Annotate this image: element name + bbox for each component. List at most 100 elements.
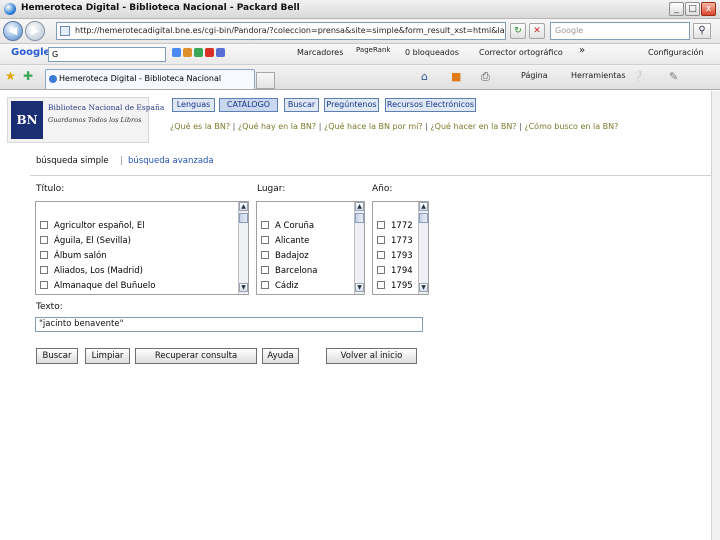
more-chevron-icon[interactable]: »: [579, 45, 585, 56]
help-icon[interactable]: ❔: [631, 70, 645, 83]
checkbox[interactable]: [377, 281, 385, 289]
checkbox[interactable]: [261, 221, 269, 229]
checkbox[interactable]: [40, 251, 48, 259]
popup-blocker[interactable]: 0 bloqueados: [405, 48, 459, 57]
scroll-up-arrow-icon[interactable]: ▲: [239, 202, 248, 211]
list-item[interactable]: 1794: [377, 266, 413, 278]
new-tab-button[interactable]: [256, 72, 275, 89]
checkbox[interactable]: [261, 236, 269, 244]
list-item[interactable]: Alicante: [261, 236, 309, 248]
link-separator: |: [425, 122, 428, 131]
scroll-down-arrow-icon[interactable]: ▼: [419, 283, 428, 292]
checkbox[interactable]: [261, 281, 269, 289]
close-button[interactable]: x: [701, 2, 716, 16]
maximize-button[interactable]: □: [685, 2, 700, 16]
list-item[interactable]: Cádiz: [261, 281, 298, 293]
year-option: 1773: [391, 236, 413, 246]
settings-menu[interactable]: Configuración: [648, 48, 704, 57]
window-title-bar: Hemeroteca Digital - Biblioteca Nacional…: [0, 0, 720, 19]
link-que-hacer[interactable]: ¿Qué hacer en la BN?: [430, 122, 516, 131]
google-logo[interactable]: Google: [11, 47, 50, 58]
list-item[interactable]: Agricultor español, El: [40, 221, 145, 233]
home-icon[interactable]: ⌂: [421, 70, 428, 83]
place-option: Barcelona: [275, 266, 318, 276]
year-listbox[interactable]: 1772 1773 1793 1794 1795 ▲ ▼: [372, 201, 429, 295]
limpiar-button[interactable]: Limpiar: [85, 348, 130, 364]
ayuda-button[interactable]: Ayuda: [262, 348, 299, 364]
list-item[interactable]: Aliados, Los (Madrid): [40, 266, 143, 278]
bookmarks-menu[interactable]: Marcadores: [297, 48, 343, 57]
list-item[interactable]: Águila, El (Sevilla): [40, 236, 131, 248]
scroll-thumb[interactable]: [355, 213, 364, 223]
checkbox[interactable]: [40, 281, 48, 289]
scroll-down-arrow-icon[interactable]: ▼: [239, 283, 248, 292]
list-item[interactable]: 1793: [377, 251, 413, 263]
menu-recursos-electronicos[interactable]: Recursos Electrónicos: [385, 98, 476, 112]
tab-busqueda-avanzada[interactable]: búsqueda avanzada: [128, 156, 214, 166]
feeds-icon[interactable]: ■: [451, 70, 461, 83]
list-item[interactable]: Álbum salón: [40, 251, 107, 263]
checkbox[interactable]: [40, 236, 48, 244]
scroll-down-arrow-icon[interactable]: ▼: [355, 283, 364, 292]
research-icon[interactable]: ✎: [669, 70, 678, 83]
google-search-box[interactable]: G: [48, 47, 166, 62]
tab-hemeroteca[interactable]: Hemeroteca Digital - Biblioteca Nacional: [45, 69, 255, 89]
list-item[interactable]: 1795: [377, 281, 413, 293]
list-item[interactable]: Badajoz: [261, 251, 309, 263]
list-item[interactable]: A Coruña: [261, 221, 314, 233]
link-que-hace[interactable]: ¿Qué hace la BN por mí?: [324, 122, 423, 131]
link-que-es[interactable]: ¿Qué es la BN?: [170, 122, 230, 131]
menu-lenguas[interactable]: Lenguas: [172, 98, 215, 112]
scroll-up-arrow-icon[interactable]: ▲: [355, 202, 364, 211]
checkbox[interactable]: [261, 251, 269, 259]
place-listbox[interactable]: A Coruña Alicante Badajoz Barcelona Cádi…: [256, 201, 365, 295]
link-como-busco[interactable]: ¿Cómo busco en la BN?: [524, 122, 618, 131]
checkbox[interactable]: [377, 251, 385, 259]
buscar-button[interactable]: Buscar: [36, 348, 78, 364]
list-item[interactable]: 1772: [377, 221, 413, 233]
checkbox[interactable]: [377, 221, 385, 229]
title-listbox[interactable]: Agricultor español, El Águila, El (Sevil…: [35, 201, 249, 295]
scroll-up-arrow-icon[interactable]: ▲: [419, 202, 428, 211]
bne-logo[interactable]: BN Biblioteca Nacional de España Guardam…: [7, 97, 164, 143]
spellcheck-menu[interactable]: Corrector ortográfico: [479, 48, 563, 57]
list-item[interactable]: Barcelona: [261, 266, 317, 278]
checkbox[interactable]: [40, 221, 48, 229]
gmail-icon: [194, 48, 203, 57]
checkbox[interactable]: [261, 266, 269, 274]
tools-menu[interactable]: Herramientas: [571, 71, 626, 80]
print-icon[interactable]: ⎙: [481, 70, 490, 84]
recuperar-consulta-button[interactable]: Recuperar consulta: [135, 348, 257, 364]
scroll-thumb[interactable]: [239, 213, 248, 223]
checkbox[interactable]: [377, 266, 385, 274]
add-favorite-icon[interactable]: ✚: [23, 69, 33, 83]
tab-busqueda-simple[interactable]: búsqueda simple: [36, 156, 109, 166]
checkbox[interactable]: [377, 236, 385, 244]
web-search-button[interactable]: ⚲: [693, 23, 711, 39]
scroll-thumb[interactable]: [419, 213, 428, 223]
forward-button[interactable]: ▶: [25, 21, 45, 41]
volver-al-inicio-button[interactable]: Volver al inicio: [326, 348, 417, 364]
menu-buscar[interactable]: Buscar: [284, 98, 319, 112]
menu-catalogo[interactable]: CATÁLOGO: [219, 98, 278, 112]
page-scrollbar[interactable]: [711, 91, 720, 540]
google-icons-group[interactable]: [172, 48, 227, 58]
favorites-star-icon[interactable]: ★: [5, 69, 16, 83]
address-bar[interactable]: http://hemerotecadigital.bne.es/cgi-bin/…: [56, 22, 506, 40]
news-icon: [183, 48, 192, 57]
place-list-scrollbar[interactable]: ▲ ▼: [354, 202, 364, 294]
text-search-input[interactable]: "jacinto benavente": [35, 317, 423, 332]
title-list-scrollbar[interactable]: ▲ ▼: [238, 202, 248, 294]
menu-preguntenos[interactable]: Pregúntenos: [324, 98, 379, 112]
stop-button[interactable]: ✕: [529, 23, 545, 39]
year-list-scrollbar[interactable]: ▲ ▼: [418, 202, 428, 294]
checkbox[interactable]: [40, 266, 48, 274]
list-item[interactable]: 1773: [377, 236, 413, 248]
refresh-button[interactable]: ↻: [510, 23, 526, 39]
link-que-hay[interactable]: ¿Qué hay en la BN?: [238, 122, 316, 131]
minimize-button[interactable]: _: [669, 2, 684, 16]
page-menu[interactable]: Página: [521, 71, 548, 80]
back-button[interactable]: ◀: [3, 21, 23, 41]
web-search-input[interactable]: Google: [550, 22, 690, 40]
list-item[interactable]: Almanaque del Buñuelo: [40, 281, 155, 293]
